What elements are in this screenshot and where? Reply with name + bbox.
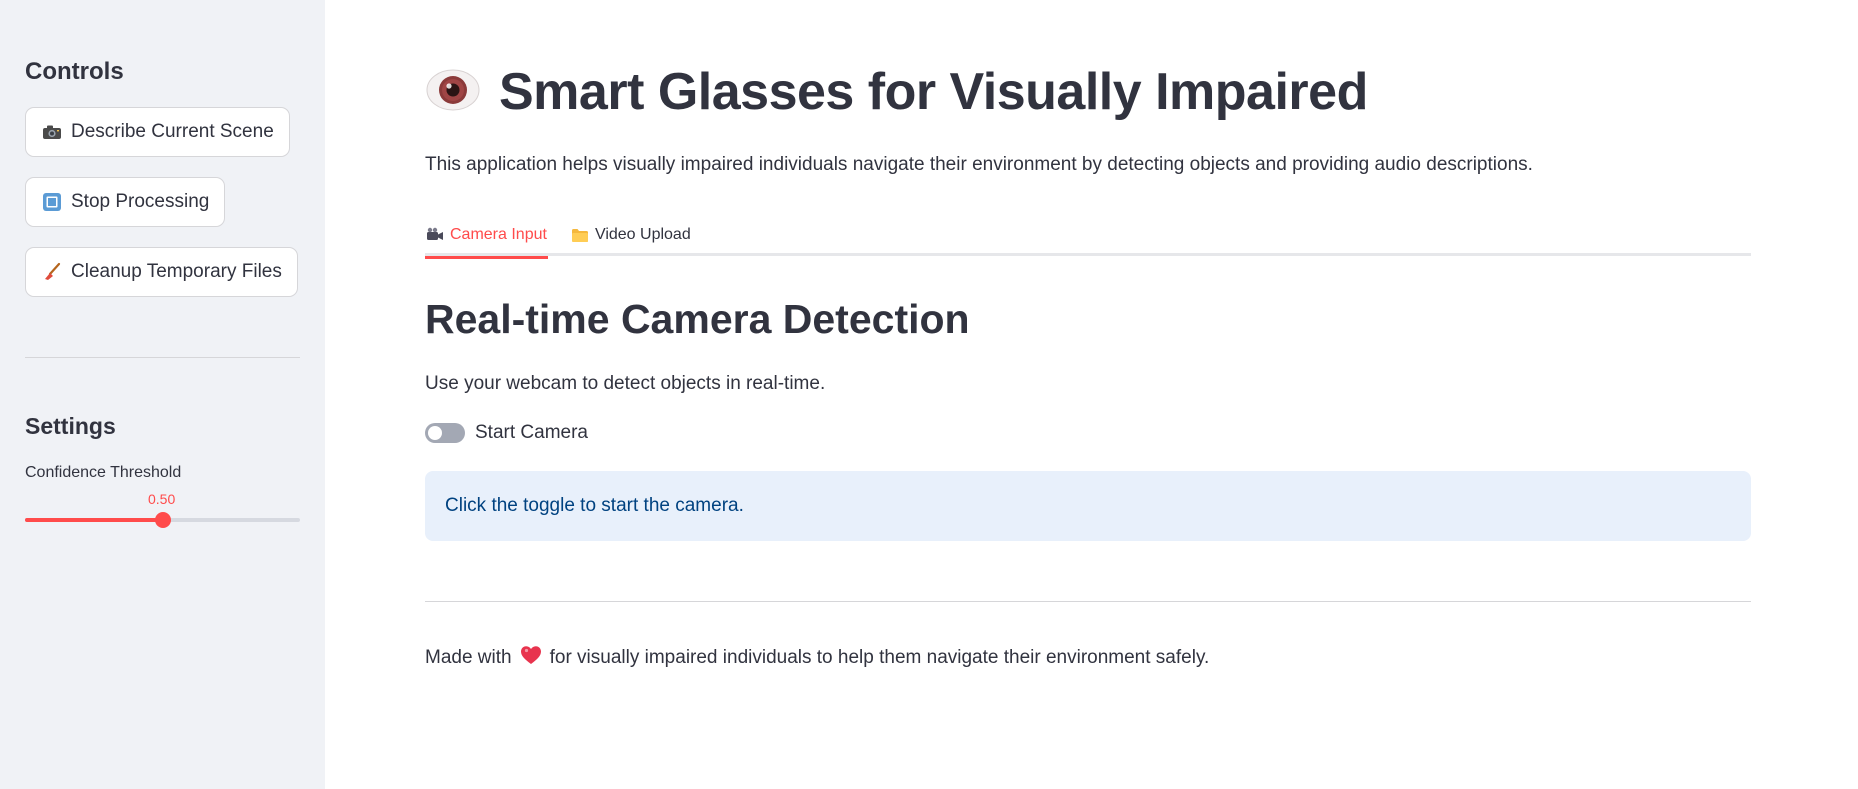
footer-prefix: Made with: [425, 647, 512, 668]
slider-thumb[interactable]: [154, 512, 171, 528]
confidence-slider-value: 0.50: [148, 491, 176, 507]
info-message: Click the toggle to start the camera.: [445, 495, 744, 516]
start-camera-label: Start Camera: [475, 422, 588, 443]
broom-icon: [41, 261, 63, 283]
tab-bar: Camera Input Video Upload: [425, 214, 1751, 259]
footer: Made with for visually impaired individu…: [425, 645, 1209, 671]
confidence-slider-label: Confidence Threshold: [25, 464, 182, 481]
start-camera-row: Start Camera: [425, 422, 588, 444]
main-divider: [425, 601, 1751, 602]
sidebar: Controls Describe Current Scene Stop Pro…: [0, 0, 325, 789]
folder-icon: [571, 226, 589, 244]
video-camera-icon: [426, 226, 444, 244]
confidence-slider[interactable]: [25, 512, 300, 528]
describe-scene-button[interactable]: Describe Current Scene: [25, 107, 290, 157]
tab-video-upload-label: Video Upload: [594, 226, 691, 243]
camera-icon: [41, 121, 63, 143]
tab-camera-input-label: Camera Input: [450, 226, 547, 243]
controls-heading: Controls: [25, 58, 124, 85]
title-row: Smart Glasses for Visually Impaired: [425, 62, 1368, 122]
heart-icon: [520, 645, 542, 671]
cleanup-files-button[interactable]: Cleanup Temporary Files: [25, 247, 298, 297]
start-camera-toggle[interactable]: [425, 423, 465, 443]
eye-icon: [425, 67, 481, 118]
app-description: This application helps visually impaired…: [425, 154, 1533, 175]
main-content: Smart Glasses for Visually Impaired This…: [325, 0, 1858, 789]
toggle-knob: [428, 426, 442, 440]
tab-video-upload[interactable]: Video Upload: [570, 214, 692, 256]
section-title: Real-time Camera Detection: [425, 296, 970, 342]
page-title: Smart Glasses for Visually Impaired: [499, 63, 1368, 121]
info-alert: Click the toggle to start the camera.: [425, 471, 1751, 541]
slider-fill: [25, 518, 163, 522]
cleanup-files-label: Cleanup Temporary Files: [71, 261, 282, 282]
settings-heading: Settings: [25, 413, 116, 439]
stop-square-icon: [41, 191, 63, 213]
sidebar-divider: [25, 357, 300, 358]
stop-processing-button[interactable]: Stop Processing: [25, 177, 226, 227]
describe-scene-label: Describe Current Scene: [71, 121, 274, 142]
section-subtitle: Use your webcam to detect objects in rea…: [425, 373, 826, 394]
tab-camera-input[interactable]: Camera Input: [425, 214, 548, 259]
footer-suffix: for visually impaired individuals to hel…: [549, 647, 1210, 668]
stop-processing-label: Stop Processing: [71, 191, 210, 212]
